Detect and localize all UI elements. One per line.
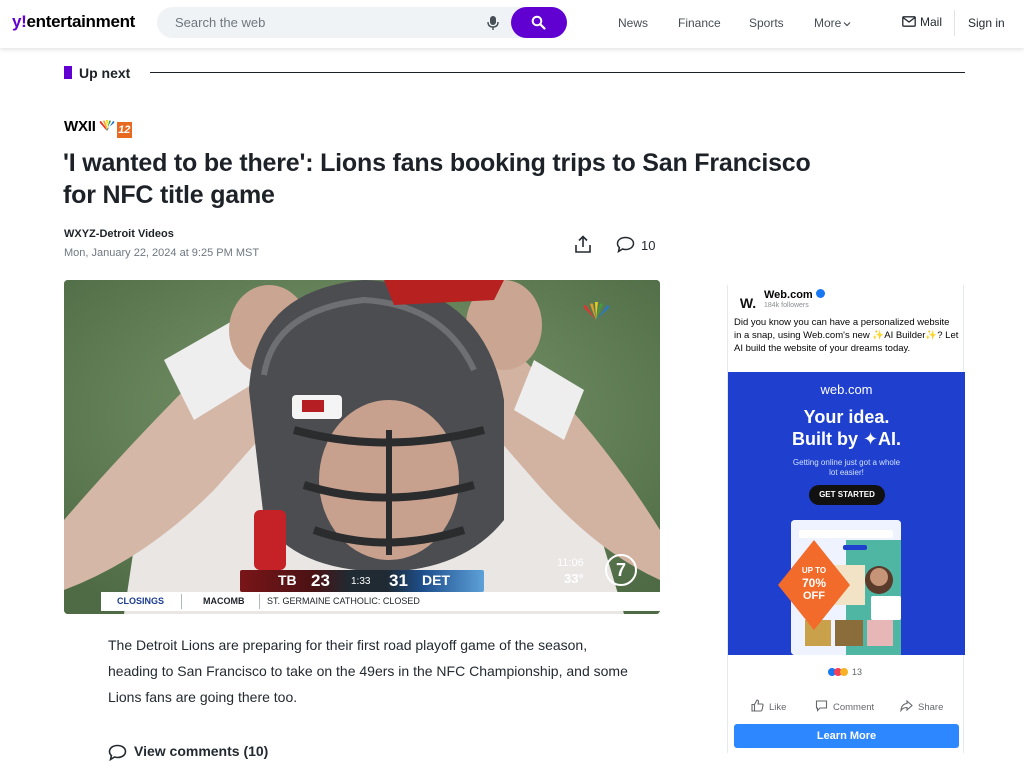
haha-reaction-icon bbox=[840, 668, 848, 676]
article-body: The Detroit Lions are preparing for thei… bbox=[108, 637, 628, 705]
source-logo[interactable]: WXII 12 bbox=[64, 118, 132, 138]
top-navigation-bar: y!entertainment Search the web News Fina… bbox=[0, 0, 1024, 48]
ticker-label: CLOSINGS bbox=[117, 596, 165, 606]
comment-icon[interactable] bbox=[815, 699, 828, 712]
article-author[interactable]: WXYZ-Detroit Videos bbox=[64, 228, 174, 240]
up-next-marker bbox=[64, 66, 72, 79]
search-input[interactable]: Search the web bbox=[175, 15, 265, 30]
article-date: Mon, January 22, 2024 at 9:25 PM MST bbox=[64, 247, 260, 259]
nav-news[interactable]: News bbox=[618, 16, 648, 30]
ticker-divider bbox=[181, 594, 182, 609]
search-button[interactable] bbox=[511, 7, 567, 38]
search-bar: Search the web bbox=[157, 7, 567, 38]
chevron-down-icon bbox=[843, 22, 851, 27]
reaction-count: 13 bbox=[852, 667, 863, 677]
share-icon[interactable] bbox=[574, 235, 592, 254]
ticker-location: MACOMB bbox=[203, 596, 245, 606]
video-player[interactable]: TB 23 1:33 31 DET 11:06 33° 7 CLOSINGS M… bbox=[64, 280, 660, 614]
logo-prefix: y bbox=[12, 12, 22, 31]
nav-more-label: More bbox=[814, 16, 842, 30]
ad-headline: Your idea. Built by ✦AI. bbox=[728, 406, 965, 450]
verified-icon bbox=[815, 289, 825, 298]
ad-headline-line-2: Built by ✦AI. bbox=[791, 429, 902, 449]
score-clock: 1:33 bbox=[351, 576, 371, 587]
discount-badge: UP TO 70% OFF bbox=[778, 540, 850, 630]
weather-readout: 11:06 33° bbox=[557, 556, 584, 586]
comment-icon bbox=[108, 744, 127, 761]
advertiser-name[interactable]: Web.com bbox=[764, 289, 825, 301]
news-ticker: CLOSINGS MACOMB ST. GERMAINE CATHOLIC: C… bbox=[101, 592, 660, 611]
score-away-team: DET bbox=[422, 572, 450, 588]
sponsored-ad[interactable]: W. Web.com 184k followers Did you know y… bbox=[727, 285, 965, 753]
comment-icon[interactable] bbox=[616, 236, 635, 253]
ad-share-button[interactable]: Share bbox=[918, 702, 943, 713]
ticker-text: ST. GERMAINE CATHOLIC: CLOSED bbox=[267, 596, 420, 606]
ad-comment-button[interactable]: Comment bbox=[833, 702, 874, 713]
score-home-team: TB bbox=[278, 572, 297, 588]
score-away: 31 bbox=[389, 571, 408, 590]
search-icon bbox=[531, 15, 546, 30]
advertiser-name-text: Web.com bbox=[764, 289, 813, 301]
learn-more-button[interactable]: Learn More bbox=[734, 724, 959, 748]
channel-7-logo: 7 bbox=[605, 554, 637, 586]
mail-link[interactable]: Mail bbox=[902, 15, 942, 29]
ad-copy: Did you know you can have a personalized… bbox=[734, 317, 959, 354]
ad-subtext: Getting online just got a whole lot easi… bbox=[792, 458, 901, 477]
ad-creative[interactable]: web.com Your idea. Built by ✦AI. Getting… bbox=[728, 372, 965, 655]
weather-time: 11:06 bbox=[557, 557, 584, 569]
logo-word: entertainment bbox=[26, 12, 136, 31]
yahoo-entertainment-logo[interactable]: y!entertainment bbox=[12, 12, 135, 32]
source-logo-number: 12 bbox=[116, 122, 132, 138]
header-divider bbox=[954, 10, 955, 36]
ad-brand: web.com bbox=[820, 382, 873, 397]
source-logo-text: WXII bbox=[64, 118, 96, 135]
discount-badge-line-1: UP TO bbox=[801, 566, 827, 575]
up-next-rule bbox=[150, 72, 965, 73]
view-comments-button[interactable]: View comments (10) bbox=[108, 743, 269, 761]
discount-badge-line-2: 70% bbox=[801, 576, 827, 590]
scoreboard: TB 23 1:33 31 DET bbox=[240, 570, 484, 592]
sign-in-link[interactable]: Sign in bbox=[968, 16, 1005, 30]
advertiser-avatar[interactable]: W. bbox=[736, 291, 760, 315]
nbc-peacock-icon bbox=[99, 120, 115, 131]
ad-headline-line-1: Your idea. bbox=[803, 407, 890, 427]
score-home: 23 bbox=[311, 571, 330, 590]
nav-more[interactable]: More bbox=[814, 16, 851, 30]
share-arrow-icon[interactable] bbox=[900, 699, 913, 712]
nav-finance[interactable]: Finance bbox=[678, 16, 721, 30]
view-comments-label: View comments (10) bbox=[134, 743, 269, 759]
like-button[interactable]: Like bbox=[769, 702, 786, 713]
article-headline: 'I wanted to be there': Lions fans booki… bbox=[63, 149, 811, 209]
up-next-label: Up next bbox=[79, 65, 131, 81]
comment-count[interactable]: 10 bbox=[641, 238, 655, 253]
advertiser-followers: 184k followers bbox=[764, 302, 809, 309]
ticker-divider bbox=[259, 594, 260, 609]
thumbs-up-icon[interactable] bbox=[751, 699, 764, 712]
discount-badge-line-3: OFF bbox=[803, 590, 825, 602]
mail-icon bbox=[902, 16, 916, 27]
get-started-button[interactable]: GET STARTED bbox=[809, 485, 885, 505]
ad-reactions[interactable]: 13 bbox=[828, 667, 862, 677]
mail-label: Mail bbox=[920, 15, 943, 29]
microphone-icon[interactable] bbox=[486, 15, 500, 31]
weather-temp: 33° bbox=[564, 571, 584, 586]
nav-sports[interactable]: Sports bbox=[749, 16, 784, 30]
